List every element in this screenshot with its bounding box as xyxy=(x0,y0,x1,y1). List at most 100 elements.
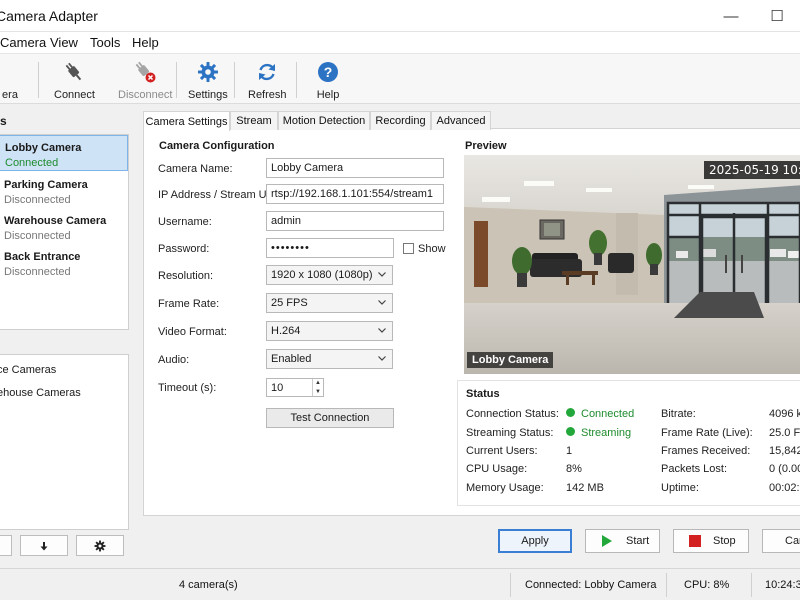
test-connection-button[interactable]: Test Connection xyxy=(266,408,394,428)
username-field[interactable]: admin xyxy=(266,211,444,231)
list-item[interactable]: Parking Camera Disconnected xyxy=(0,173,128,209)
cpu-usage-label: CPU Usage: xyxy=(466,463,528,475)
move-down-button[interactable] xyxy=(20,535,68,556)
tab-stream[interactable]: Stream xyxy=(230,111,278,130)
clock: 10:24:32 xyxy=(765,579,800,591)
tab-camera-settings[interactable]: Camera Settings xyxy=(143,111,230,131)
minimize-button[interactable]: — xyxy=(708,0,754,32)
refresh-label: Refresh xyxy=(248,89,287,101)
toolbar-partial-button[interactable]: era xyxy=(0,60,22,102)
timeout-label: Timeout (s): xyxy=(158,382,217,394)
chevron-down-icon xyxy=(378,356,386,361)
stop-button[interactable]: Stop xyxy=(673,529,749,553)
camera-status: Disconnected xyxy=(4,230,71,242)
camera-status: Disconnected xyxy=(4,266,71,278)
spin-down-icon[interactable]: ▼ xyxy=(313,388,323,397)
refresh-button[interactable]: Refresh xyxy=(248,60,287,102)
connect-button[interactable]: Connect xyxy=(54,60,95,102)
list-item[interactable]: Back Entrance Disconnected xyxy=(0,245,128,281)
refresh-icon xyxy=(255,60,279,84)
streaming-status-value: Streaming xyxy=(581,427,632,439)
frame-rate-label: Frame Rate: xyxy=(158,298,220,310)
memory-usage-value: 142 MB xyxy=(566,482,604,494)
cpu-usage-value: 8% xyxy=(566,463,582,475)
camera-name-field[interactable]: Lobby Camera xyxy=(266,158,444,178)
group-settings-button[interactable] xyxy=(76,535,124,556)
maximize-button[interactable]: ☐ xyxy=(754,0,800,32)
title-bar: Camera Adapter — ☐ xyxy=(0,0,800,32)
ip-label: IP Address / Stream URL: xyxy=(158,189,284,201)
video-format-select[interactable]: H.264 xyxy=(266,321,393,341)
menu-view[interactable]: View xyxy=(50,35,78,50)
menu-bar: Camera View Tools Help xyxy=(0,32,800,54)
frames-received-value: 15,842 xyxy=(769,445,800,457)
live-frame-rate-value: 25.0 FP xyxy=(769,427,800,439)
group-list: ce Cameras ehouse Cameras xyxy=(0,354,129,530)
connect-label: Connect xyxy=(54,89,95,101)
password-field[interactable]: •••••••• xyxy=(266,238,394,258)
add-group-button[interactable] xyxy=(0,535,12,556)
camera-name: Lobby Camera xyxy=(5,142,82,154)
settings-label: Settings xyxy=(188,89,228,101)
status-bar: 4 camera(s) Connected: Lobby Camera CPU:… xyxy=(0,568,800,600)
gear-icon xyxy=(94,540,106,551)
packets-lost-value: 0 (0.00 xyxy=(769,463,800,475)
group-item[interactable]: ehouse Cameras xyxy=(0,387,81,399)
timeout-stepper[interactable]: 10 ▲ ▼ xyxy=(266,378,324,397)
bitrate-value: 4096 kb xyxy=(769,408,800,420)
audio-select[interactable]: Enabled xyxy=(266,349,393,369)
tab-recording[interactable]: Recording xyxy=(370,111,431,130)
streaming-status-label: Streaming Status: xyxy=(466,427,554,439)
camera-name: Parking Camera xyxy=(4,179,88,191)
help-button[interactable]: ? Help xyxy=(316,60,340,102)
connected-indicator-icon xyxy=(566,408,575,417)
bitrate-label: Bitrate: xyxy=(661,408,696,420)
preview-camera-label: Lobby Camera xyxy=(467,352,554,368)
camera-name: Back Entrance xyxy=(4,251,81,263)
connection-status-value: Connected xyxy=(581,408,635,420)
video-format-label: Video Format: xyxy=(158,326,227,338)
settings-button[interactable]: Settings xyxy=(188,60,228,102)
video-format-value: H.264 xyxy=(271,325,301,337)
resolution-label: Resolution: xyxy=(158,270,214,282)
show-password-label: Show xyxy=(418,243,446,255)
preview-image xyxy=(464,155,800,374)
tab-advanced[interactable]: Advanced xyxy=(431,111,491,130)
audio-value: Enabled xyxy=(271,353,312,365)
frame-rate-select[interactable]: 25 FPS xyxy=(266,293,393,313)
camera-name: Warehouse Camera xyxy=(4,215,107,227)
menu-tools[interactable]: Tools xyxy=(90,35,120,50)
menu-camera[interactable]: Camera xyxy=(0,35,46,50)
apply-button[interactable]: Apply xyxy=(498,529,572,553)
chevron-down-icon xyxy=(378,300,386,305)
packets-lost-label: Packets Lost: xyxy=(661,463,728,475)
camera-status: Disconnected xyxy=(4,194,71,206)
uptime-label: Uptime: xyxy=(661,482,699,494)
start-button[interactable]: Start xyxy=(585,529,660,553)
disconnect-label: Disconnect xyxy=(118,89,173,101)
connection-summary: Connected: Lobby Camera xyxy=(525,579,657,591)
connection-status-label: Connection Status: xyxy=(466,408,559,420)
memory-usage-label: Memory Usage: xyxy=(466,482,544,494)
resolution-select[interactable]: 1920 x 1080 (1080p) xyxy=(266,265,393,285)
show-password-checkbox[interactable] xyxy=(403,243,414,254)
camera-status: Connected xyxy=(5,157,59,169)
list-item[interactable]: Lobby Camera Connected xyxy=(0,135,128,171)
toolbar-partial-label: era xyxy=(2,89,18,101)
apply-label: Apply xyxy=(521,535,549,547)
cancel-button[interactable]: Car xyxy=(762,529,800,553)
camera-list: Lobby Camera Connected Parking Camera Di… xyxy=(0,134,129,330)
group-item[interactable]: ce Cameras xyxy=(0,364,56,376)
camera-count: 4 camera(s) xyxy=(179,579,238,591)
menu-help[interactable]: Help xyxy=(132,35,159,50)
preview-timestamp: 2025-05-19 10:24 xyxy=(704,161,800,179)
disconnect-button[interactable]: Disconnect xyxy=(118,60,172,102)
minimize-icon: — xyxy=(723,7,739,25)
stream-url-field[interactable]: rtsp://192.168.1.101:554/stream1 xyxy=(266,184,444,204)
spin-up-icon[interactable]: ▲ xyxy=(313,379,323,388)
live-frame-rate-label: Frame Rate (Live): xyxy=(661,427,753,439)
list-item[interactable]: Warehouse Camera Disconnected xyxy=(0,209,128,245)
current-users-value: 1 xyxy=(566,445,573,457)
camera-name-label: Camera Name: xyxy=(158,163,233,175)
tab-motion-detection[interactable]: Motion Detection xyxy=(278,111,370,130)
